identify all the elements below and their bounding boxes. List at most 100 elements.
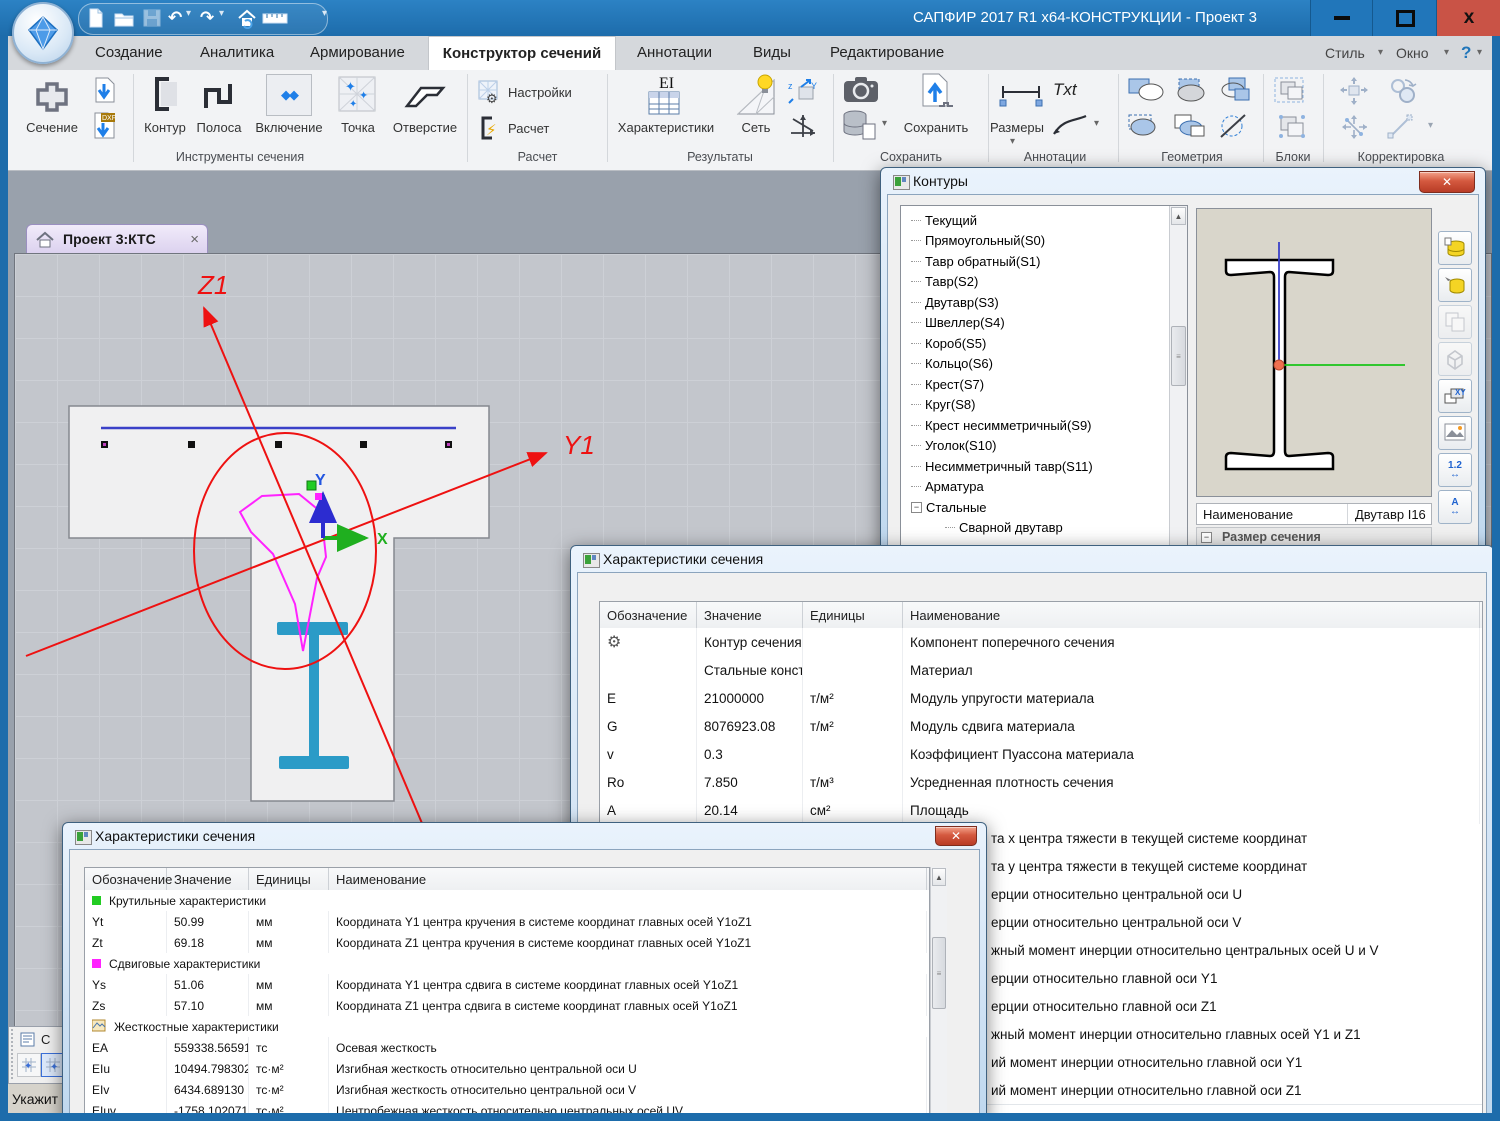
- update-model-icon[interactable]: [236, 6, 258, 30]
- settings-button[interactable]: ⚙ Настройки: [478, 80, 572, 104]
- contour-icon[interactable]: [146, 74, 184, 114]
- table-row[interactable]: Жесткостные характеристики: [85, 1016, 929, 1038]
- props2-close-button[interactable]: ✕: [935, 826, 977, 846]
- measure-icon[interactable]: [262, 6, 288, 30]
- hole-icon[interactable]: [402, 76, 448, 114]
- strip-button[interactable]: Полоса: [192, 120, 246, 135]
- table-row[interactable]: A20.14см²Площадь: [600, 796, 1482, 825]
- table-row[interactable]: v0.3Коэффициент Пуассона материала: [600, 740, 1482, 769]
- tree-item[interactable]: Короб(S5): [911, 333, 986, 353]
- column-header[interactable]: Обозначение: [85, 868, 167, 890]
- geometry-merge-icon[interactable]: [1170, 76, 1210, 104]
- table-row[interactable]: Стальные конструкцииМатериал: [600, 656, 1482, 685]
- dimensions-icon[interactable]: [996, 78, 1046, 108]
- redo-icon[interactable]: ↷: [200, 6, 214, 30]
- app-logo-orb[interactable]: [12, 2, 74, 64]
- load-from-library-button[interactable]: [1438, 268, 1472, 302]
- import-section-icon[interactable]: [86, 74, 122, 108]
- table-row[interactable]: Ro7.850т/м³Усредненная плотность сечения: [600, 768, 1482, 797]
- point-button[interactable]: Точка: [336, 120, 380, 135]
- size-section-row[interactable]: − Размер сечения: [1196, 527, 1432, 547]
- pen-caret-icon[interactable]: ▾: [1094, 116, 1099, 132]
- t-section-outline[interactable]: [69, 406, 489, 801]
- new-document-icon[interactable]: [88, 6, 104, 30]
- projection-xy-button[interactable]: XY: [1438, 379, 1472, 413]
- redo-dropdown-icon[interactable]: ▾: [219, 2, 224, 26]
- column-header[interactable]: Значение: [697, 602, 803, 628]
- show-dimensions-button[interactable]: 1.2↔: [1438, 453, 1472, 487]
- window-menu[interactable]: Окно: [1396, 36, 1429, 70]
- table-row[interactable]: E21000000т/м²Модуль упругости материала: [600, 684, 1482, 713]
- name-value[interactable]: Двутавр I16: [1355, 507, 1426, 522]
- table-row[interactable]: Zs57.10ммКоордината Z1 центра сдвига в с…: [85, 995, 929, 1017]
- tab-section-designer[interactable]: Конструктор сечений: [428, 36, 616, 70]
- characteristics-button[interactable]: Характеристики: [606, 120, 726, 135]
- edit-line-icon[interactable]: [1382, 112, 1418, 142]
- view-3d-button[interactable]: [1438, 342, 1472, 376]
- axes-icon[interactable]: [786, 110, 820, 140]
- table-row[interactable]: ⚙Контур сеченияКомпонент поперечного сеч…: [600, 628, 1482, 657]
- tree-item[interactable]: Двутавр(S3): [911, 292, 999, 312]
- table-row[interactable]: G8076923.08т/м²Модуль сдвига материала: [600, 712, 1482, 741]
- preview-image-button[interactable]: [1438, 416, 1472, 450]
- help-caret-icon[interactable]: ▾: [1477, 36, 1482, 70]
- inclusion-button[interactable]: Включение: [252, 120, 326, 135]
- props2-scroll-thumb[interactable]: ≡: [932, 937, 946, 1009]
- contours-tree[interactable]: ТекущийПрямоугольный(S0)Тавр обратный(S1…: [900, 205, 1188, 551]
- tab-reinforcement[interactable]: Армирование: [304, 36, 411, 70]
- column-header[interactable]: Наименование: [903, 602, 1480, 628]
- tree-item[interactable]: Сварной двутавр: [945, 518, 1063, 538]
- point-icon[interactable]: ✦✦✦: [336, 74, 378, 114]
- section-button[interactable]: Сечение: [14, 120, 90, 135]
- geometry-trim-icon[interactable]: [1214, 112, 1254, 140]
- zy-axes-icon[interactable]: zY: [786, 76, 820, 106]
- collapse-icon[interactable]: −: [1201, 532, 1212, 543]
- block-edit-icon[interactable]: [1272, 112, 1314, 142]
- tree-scroll-thumb[interactable]: ≡: [1171, 326, 1186, 386]
- tree-item[interactable]: Тавр(S2): [911, 272, 978, 292]
- save-button[interactable]: Сохранить: [893, 120, 979, 135]
- tree-item[interactable]: Круг(S8): [911, 395, 975, 415]
- tree-item[interactable]: Швеллер(S4): [911, 313, 1005, 333]
- maximize-button[interactable]: [1372, 0, 1437, 36]
- table-row[interactable]: EIu10494.798302тс·м²Изгибная жесткость о…: [85, 1058, 929, 1080]
- calculate-button[interactable]: ⚡ Расчет: [478, 116, 549, 140]
- props2-table[interactable]: ОбозначениеЗначениеЕдиницыНаименованиеКр…: [84, 867, 930, 1117]
- section-icon[interactable]: [26, 76, 78, 118]
- table-row[interactable]: Zt69.18ммКоордината Z1 центра кручения в…: [85, 932, 929, 954]
- save-to-library-button[interactable]: [1438, 231, 1472, 265]
- document-tab[interactable]: Проект 3:КТС ×: [26, 224, 208, 253]
- tab-editing[interactable]: Редактирование: [824, 36, 950, 70]
- tree-item[interactable]: Текущий: [911, 210, 977, 230]
- close-button[interactable]: x: [1436, 0, 1500, 36]
- column-header[interactable]: Наименование: [329, 868, 927, 890]
- adjust-caret-icon[interactable]: ▾: [1428, 118, 1433, 134]
- pen-icon[interactable]: [1050, 112, 1090, 138]
- strip-icon[interactable]: [198, 74, 238, 114]
- props2-scrollbar[interactable]: ▲ ≡: [930, 867, 947, 1117]
- text-tool-button[interactable]: Txt: [1053, 80, 1077, 100]
- geometry-subtract-icon[interactable]: [1126, 112, 1166, 140]
- snap-grid-button[interactable]: ✦: [17, 1053, 41, 1077]
- tab-analytics[interactable]: Аналитика: [194, 36, 280, 70]
- column-header[interactable]: Значение: [167, 868, 249, 890]
- table-row[interactable]: EA559338.56591·тсОсевая жесткость: [85, 1037, 929, 1059]
- geometry-union-icon[interactable]: [1126, 76, 1166, 104]
- expander-icon[interactable]: −: [911, 502, 922, 513]
- table-row[interactable]: Сдвиговые характеристики: [85, 953, 929, 975]
- minimize-button[interactable]: [1310, 0, 1373, 36]
- tree-item[interactable]: Крест несимметричный(S9): [911, 415, 1092, 435]
- undo-icon[interactable]: ↶: [168, 6, 182, 30]
- props2-scroll-up-button[interactable]: ▲: [932, 868, 946, 886]
- move-icon[interactable]: [1334, 76, 1374, 106]
- table-row[interactable]: Ys51.06ммКоордината Y1 центра сдвига в с…: [85, 974, 929, 996]
- save-section-icon[interactable]: [916, 72, 956, 116]
- move-points-icon[interactable]: [1334, 112, 1374, 142]
- geometry-combine-icon[interactable]: [1170, 112, 1210, 140]
- tab-views[interactable]: Виды: [747, 36, 797, 70]
- dimensions-button[interactable]: Размеры: [984, 120, 1050, 135]
- column-header[interactable]: Обозначение: [600, 602, 697, 628]
- mesh-button[interactable]: Сеть: [734, 120, 778, 135]
- style-menu-caret-icon[interactable]: ▾: [1378, 36, 1383, 70]
- camera-icon[interactable]: [842, 76, 880, 104]
